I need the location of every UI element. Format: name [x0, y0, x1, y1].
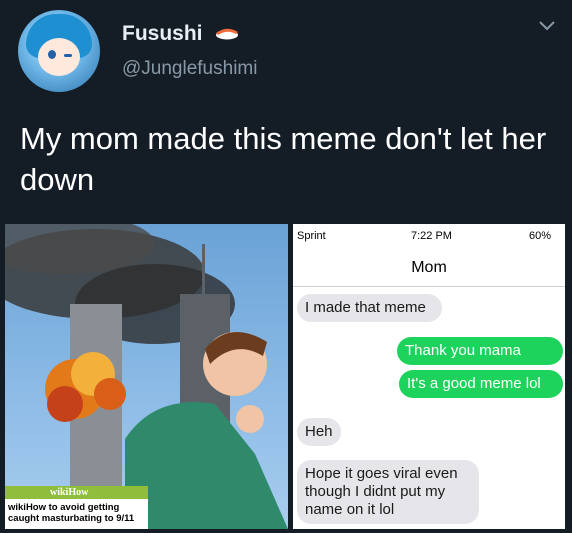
- message-bubble: Heh: [297, 418, 341, 446]
- message-bubble: Hope it goes viral even though I didnt p…: [297, 460, 479, 524]
- sushi-icon: [216, 28, 238, 40]
- meme-image-left[interactable]: wikiHow wikiHow to avoid getting caught …: [5, 224, 288, 529]
- divider: [293, 286, 565, 287]
- contact-name[interactable]: Mom: [293, 259, 565, 277]
- tweet-media[interactable]: wikiHow wikiHow to avoid getting caught …: [5, 224, 565, 529]
- tweet-card: Fusushi @Junglefushimi My mom made this …: [0, 0, 572, 533]
- battery-label: 60%: [529, 230, 552, 242]
- user-avatar[interactable]: [18, 10, 100, 92]
- towers-illustration: [5, 224, 288, 529]
- avatar-eye-wink: [64, 54, 72, 57]
- wikihow-logo: wikiHow: [50, 487, 89, 498]
- avatar-eye-left: [48, 50, 56, 59]
- avatar-face: [38, 38, 80, 76]
- wikihow-caption: wikiHow to avoid getting caught masturba…: [5, 499, 148, 529]
- phone-status-bar: Sprint 7:22 PM 60%: [293, 224, 565, 246]
- clock-label: 7:22 PM: [411, 230, 452, 242]
- chevron-down-icon[interactable]: [538, 20, 556, 32]
- carrier-label: Sprint: [297, 230, 326, 242]
- tweet-text: My mom made this meme don't let her down: [20, 121, 547, 197]
- user-handle[interactable]: @Junglefushimi: [122, 58, 257, 80]
- message-bubble: Thank you mama: [397, 337, 563, 365]
- display-name[interactable]: Fusushi: [122, 22, 203, 46]
- message-bubble: I made that meme: [297, 294, 442, 322]
- text-conversation-screenshot[interactable]: Sprint 7:22 PM 60% Mom I made that meme …: [293, 224, 565, 529]
- message-bubble: It's a good meme lol: [399, 370, 563, 398]
